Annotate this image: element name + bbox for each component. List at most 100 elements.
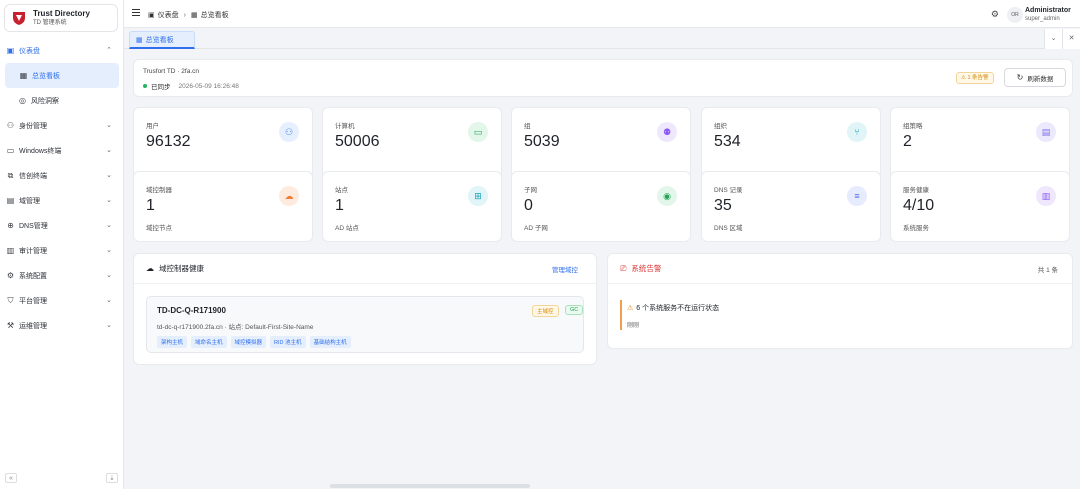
stat-card[interactable]: 用户 96132 ⚇	[133, 107, 313, 178]
chevron-down-icon: ⌄	[106, 147, 112, 154]
breadcrumb-item[interactable]: 仪表盘	[158, 10, 179, 20]
stat-card[interactable]: 计算机 50006 ▭	[322, 107, 502, 178]
sync-label: 已同步	[151, 84, 171, 91]
sidebar-item-label: 平台管理	[19, 297, 47, 305]
sync-status: 已同步 2026-05-09 16:26:48	[143, 81, 239, 91]
stat-card[interactable]: 子网 0 AD 子网 ◉	[511, 171, 691, 242]
gear-icon[interactable]: ⚙	[991, 9, 999, 20]
stat-card[interactable]: 域控制器 1 域控节点 ☁	[133, 171, 313, 242]
dc-health-panel: ☁ 域控制器健康 管理域控 TD-DC-Q-R171900 td-dc-q-r1…	[133, 253, 597, 365]
horizontal-scrollbar[interactable]	[330, 484, 530, 488]
stat-sub: AD 子网	[524, 225, 548, 232]
monitor-icon: ▭	[6, 146, 15, 155]
stat-card[interactable]: 站点 1 AD 站点 ⊞	[322, 171, 502, 242]
sidebar-item-platform[interactable]: ⛉ 平台管理 ⌄	[0, 288, 124, 313]
sidebar-item-dashboard[interactable]: ▣ 仪表盘 ⌃	[0, 38, 124, 63]
shield-icon: ⛉	[7, 295, 14, 305]
stat-label: 组	[524, 123, 531, 130]
system-alert-panel: ⎚ 系统告警 共 1 条 ⚠ 6 个系统服务不在运行状态 刚刚	[607, 253, 1073, 349]
stat-card[interactable]: 组策略 2 ▤	[890, 107, 1070, 178]
stat-label: 计算机	[335, 123, 355, 130]
sidebar-item-label: 系统配置	[19, 272, 47, 280]
stat-card[interactable]: 组织 534 ⑂	[701, 107, 881, 178]
gc-badge: GC	[565, 305, 584, 315]
server-icon: ▥	[1036, 186, 1056, 206]
stat-card[interactable]: 组 5039 ⚉	[511, 107, 691, 178]
sidebar-item-label: DNS管理	[19, 222, 48, 230]
dashboard-icon: ▦	[190, 12, 198, 19]
sidebar-item-xinchuang[interactable]: ⧉ 信创终端 ⌄	[0, 163, 124, 188]
list-icon: ≡	[847, 186, 867, 206]
refresh-button[interactable]: ↻ 刷新数据	[1004, 68, 1066, 87]
chevron-down-icon: ⌄	[106, 297, 112, 304]
fsmo-tag: 基础结构主机	[309, 336, 351, 348]
close-all-icon[interactable]: ✕	[1062, 29, 1080, 49]
sidebar-item-label: 运维管理	[19, 322, 47, 330]
dc-item[interactable]: TD-DC-Q-R171900 td-dc-q-r171900.2fa.cn ·…	[146, 296, 584, 353]
status-card: Trusfort TD · 2fa.cn 已同步 2026-05-09 16:2…	[133, 59, 1073, 97]
dashboard-icon: ▦	[19, 71, 28, 80]
user-info[interactable]: Administrator super_admin	[1025, 6, 1075, 23]
sidebar-item-ops[interactable]: ⚒ 运维管理 ⌄	[0, 313, 124, 338]
sidebar-item-label: 审计管理	[19, 247, 47, 255]
user-role: super_admin	[1025, 16, 1060, 22]
stat-label: 服务健康	[903, 187, 929, 194]
chevron-down-icon: ⌄	[106, 247, 112, 254]
stat-value: 5039	[524, 133, 560, 150]
stat-value: 50006	[335, 133, 380, 150]
warning-icon: ⚠	[627, 305, 634, 312]
chevron-down-icon[interactable]: ⌄	[1044, 29, 1062, 49]
chevron-up-icon: ⌃	[106, 47, 112, 54]
tab-overview[interactable]: ▦ 总览看板	[129, 31, 195, 49]
avatar[interactable]: OR	[1007, 7, 1023, 23]
sidebar-item-identity[interactable]: ⚇ 身份管理 ⌄	[0, 113, 124, 138]
brand[interactable]: Trust Directory TD 管理系统	[4, 4, 118, 32]
sidebar-item-audit[interactable]: ▥ 审计管理 ⌄	[0, 238, 124, 263]
refresh-icon: ↻	[1016, 73, 1024, 82]
menu-icon[interactable]	[132, 9, 140, 17]
sidebar-item-domain[interactable]: ▤ 域管理 ⌄	[0, 188, 124, 213]
pin-icon[interactable]: ⇣	[106, 473, 118, 483]
sidebar-item-label: 信创终端	[19, 172, 47, 180]
sidebar-item-label: 风险洞察	[31, 97, 59, 105]
dc-meta: td-dc-q-r171900.2fa.cn · 站点: Default-Fir…	[157, 324, 314, 331]
sidebar-item-system-config[interactable]: ⚙ 系统配置 ⌄	[0, 263, 124, 288]
sidebar-item-overview[interactable]: ▦ 总览看板	[5, 63, 119, 88]
stat-value: 4/10	[903, 197, 935, 214]
collapse-sidebar-icon[interactable]: «	[5, 473, 17, 483]
sidebar-item-dns[interactable]: ⊕ DNS管理 ⌄	[0, 213, 124, 238]
alert-icon: ⎚	[620, 263, 627, 273]
manage-dc-link[interactable]: 管理域控	[552, 264, 578, 274]
sidebar-item-label: Windows终端	[19, 147, 62, 155]
chevron-right-icon: ›	[183, 11, 186, 19]
user-name: Administrator	[1025, 7, 1071, 14]
alert-count: 共 1 条	[1037, 266, 1058, 274]
sidebar-item-windows[interactable]: ▭ Windows终端 ⌄	[0, 138, 124, 163]
stat-label: 站点	[335, 187, 348, 194]
chevron-down-icon: ⌄	[106, 172, 112, 179]
warning-badge[interactable]: ⚠ 1 条告警	[956, 72, 994, 84]
sidebar-nav: ▣ 仪表盘 ⌃ ▦ 总览看板 ◎ 风险洞察 ⚇ 身份管理 ⌄ ▭ Windows…	[0, 38, 124, 338]
stat-value: 1	[146, 197, 155, 214]
stat-card[interactable]: DNS 记录 35 DNS 区域 ≡	[701, 171, 881, 242]
gear-icon: ⚙	[6, 271, 15, 280]
sitemap-icon: ⊞	[468, 186, 488, 206]
stat-value: 2	[903, 133, 912, 150]
stat-label: 组织	[714, 123, 727, 130]
stat-card[interactable]: 服务健康 4/10 系统服务 ▥	[890, 171, 1070, 242]
dashboard-icon: ▦	[136, 36, 143, 44]
sidebar-item-risk-insight[interactable]: ◎ 风险洞察	[0, 88, 124, 113]
chevron-down-icon: ⌄	[106, 322, 112, 329]
logo-icon	[11, 10, 27, 26]
sidebar-item-label: 身份管理	[19, 122, 47, 130]
tab-bar: ▦ 总览看板 ⌄ ✕	[124, 29, 1080, 49]
chat-monitor-icon: ⧉	[7, 170, 14, 180]
stat-value: 96132	[146, 133, 191, 150]
stat-value: 0	[524, 197, 533, 214]
alert-item[interactable]: ⚠ 6 个系统服务不在运行状态 刚刚	[620, 300, 1070, 330]
stat-label: DNS 记录	[714, 187, 743, 194]
fsmo-tag: 域控模拟器	[230, 336, 267, 348]
alert-title: 6 个系统服务不在运行状态	[636, 305, 720, 312]
globe-icon: ⊕	[7, 221, 14, 230]
tab-label: 总览看板	[145, 36, 174, 44]
